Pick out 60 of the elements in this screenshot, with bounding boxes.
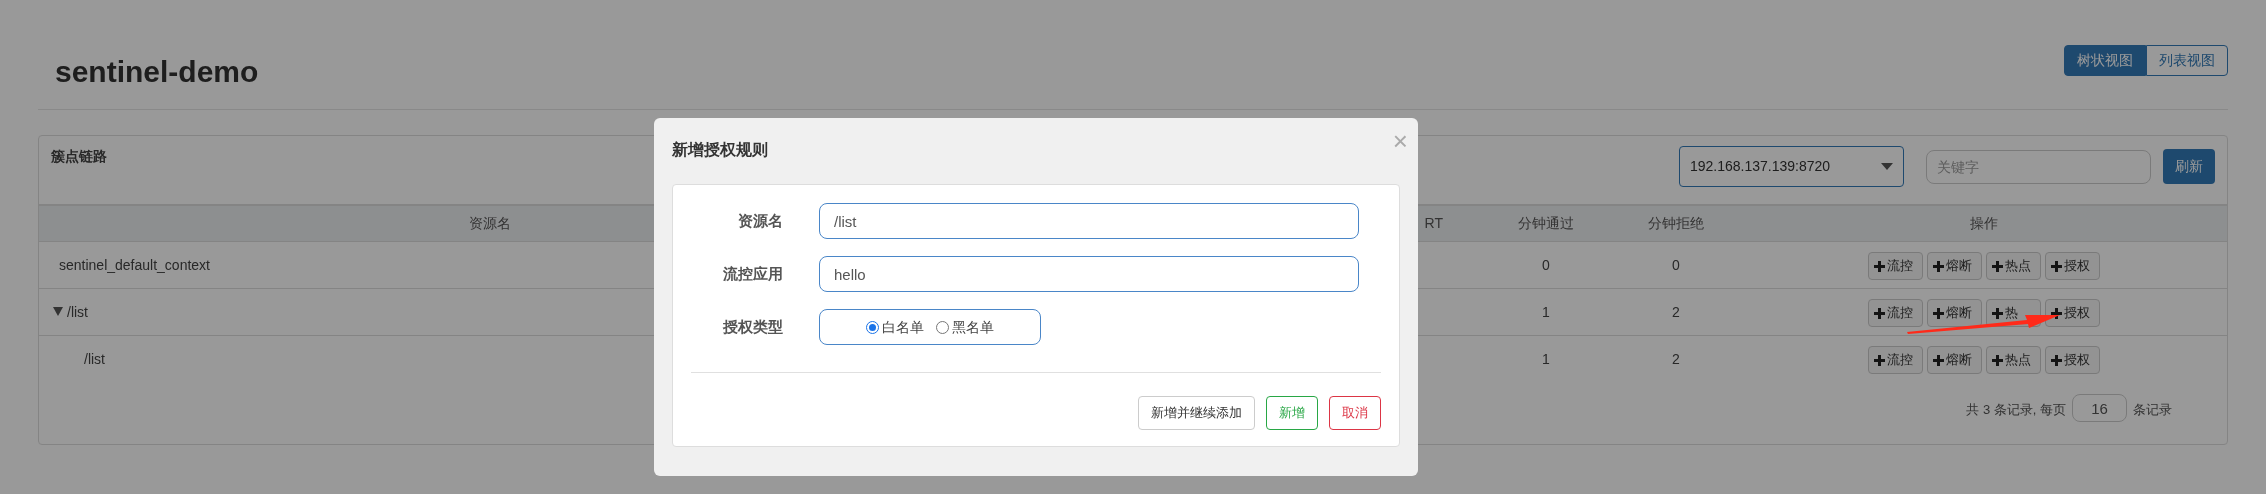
caret-icon bbox=[1881, 163, 1893, 170]
page-title: sentinel-demo bbox=[55, 54, 259, 90]
plus-icon bbox=[2051, 354, 2062, 366]
column-header: 分钟通过 bbox=[1518, 215, 1574, 231]
plus-icon bbox=[1992, 260, 2003, 272]
column-header: 资源名 bbox=[469, 215, 511, 231]
plus-icon bbox=[1992, 307, 2003, 319]
add-rule-button[interactable]: 流控 bbox=[1868, 346, 1923, 374]
field-label: 资源名 bbox=[737, 210, 783, 231]
machine-select[interactable]: 192.168.137.139:8720 bbox=[1679, 146, 1904, 187]
pass-count: 0 bbox=[1542, 257, 1550, 273]
dialog-button[interactable]: 新增并继续添加 bbox=[1138, 396, 1255, 430]
resource-name: sentinel_default_context bbox=[59, 256, 210, 275]
resource-name: /list bbox=[67, 303, 88, 322]
pass-count: 1 bbox=[1542, 304, 1550, 320]
dialog-button[interactable]: 新增 bbox=[1266, 396, 1318, 430]
text-field[interactable]: hello bbox=[819, 256, 1359, 292]
block-count: 0 bbox=[1672, 257, 1680, 273]
dialog-title: 新增授权规则 bbox=[672, 140, 768, 160]
field-label: 流控应用 bbox=[722, 263, 783, 284]
plus-icon bbox=[1992, 354, 2003, 366]
block-count: 2 bbox=[1672, 351, 1680, 367]
radio-option[interactable]: 白名单 bbox=[866, 316, 924, 338]
add-rule-button[interactable]: 流控 bbox=[1868, 252, 1923, 280]
text-field[interactable]: /list bbox=[819, 203, 1359, 239]
plus-icon bbox=[1933, 307, 1944, 319]
add-rule-button[interactable]: 熔断 bbox=[1927, 252, 1982, 280]
plus-icon bbox=[1874, 354, 1885, 366]
block-count: 2 bbox=[1672, 304, 1680, 320]
resource-name: /list bbox=[84, 350, 105, 369]
column-header: RT bbox=[1424, 215, 1443, 231]
field-label: 授权类型 bbox=[722, 316, 783, 337]
keyword-field[interactable]: 关键字 bbox=[1926, 149, 2151, 184]
pager-text: 条记录 bbox=[2133, 401, 2172, 419]
view-toggle-tab[interactable]: 列表视图 bbox=[2146, 45, 2228, 76]
expanded-triangle-icon[interactable] bbox=[53, 307, 63, 316]
column-header: 操作 bbox=[1970, 215, 1998, 231]
pager-text: 共 3 条记录, 每页 bbox=[1966, 401, 2066, 419]
add-rule-button[interactable]: 热点 bbox=[1986, 252, 2041, 280]
pass-count: 1 bbox=[1542, 351, 1550, 367]
plus-icon bbox=[1874, 307, 1885, 319]
add-rule-button[interactable]: 授权 bbox=[2045, 252, 2100, 280]
plus-icon bbox=[1933, 260, 1944, 272]
dialog-button[interactable]: 取消 bbox=[1329, 396, 1381, 430]
add-rule-button[interactable]: 熔断 bbox=[1927, 346, 1982, 374]
add-rule-button[interactable]: 授权 bbox=[2045, 299, 2100, 327]
plus-icon bbox=[2051, 260, 2062, 272]
plus-icon bbox=[1933, 354, 1944, 366]
radio-option[interactable]: 黑名单 bbox=[936, 316, 994, 338]
plus-icon bbox=[2051, 307, 2062, 319]
add-rule-button[interactable]: 授权 bbox=[2045, 346, 2100, 374]
page-size-field[interactable]: 16 bbox=[2072, 394, 2127, 422]
add-rule-button[interactable]: 热点 bbox=[1986, 346, 2041, 374]
view-toggle-tab[interactable]: 树状视图 bbox=[2064, 45, 2146, 76]
column-header: 分钟拒绝 bbox=[1648, 215, 1704, 231]
plus-icon bbox=[1874, 260, 1885, 272]
refresh-button[interactable]: 刷新 bbox=[2163, 149, 2215, 184]
panel-title: 簇点链路 bbox=[51, 147, 107, 166]
add-rule-button[interactable]: 熔断 bbox=[1927, 299, 1982, 327]
add-rule-button[interactable]: 流控 bbox=[1868, 299, 1923, 327]
